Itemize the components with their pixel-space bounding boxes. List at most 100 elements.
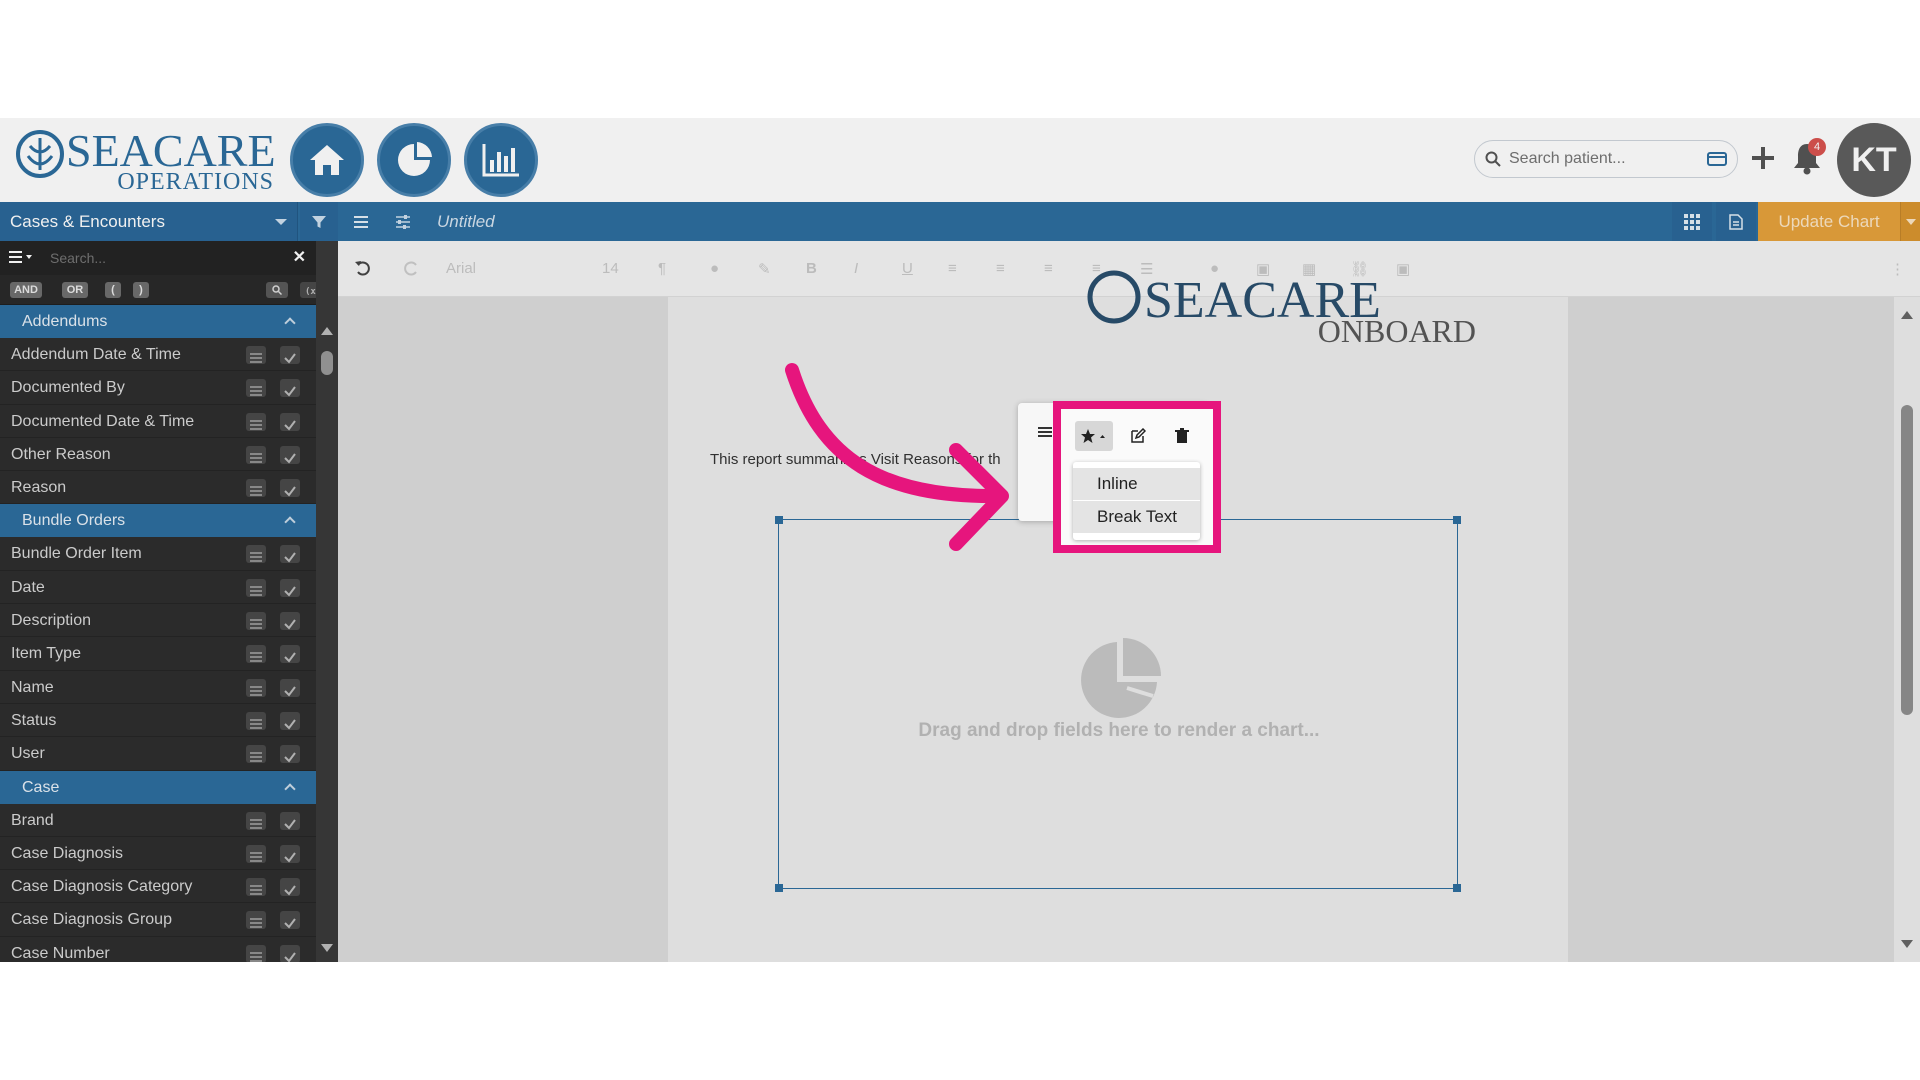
field-row[interactable]: Status	[0, 703, 316, 738]
field-row[interactable]: User	[0, 737, 316, 771]
field-check-icon[interactable]	[280, 878, 300, 897]
resize-handle-bottom-left[interactable]	[775, 884, 783, 892]
home-button[interactable]	[290, 123, 364, 197]
field-options-icon[interactable]	[246, 412, 266, 431]
text-color-icon[interactable]: ●	[710, 260, 728, 278]
undo-icon[interactable]	[354, 259, 372, 277]
field-check-icon[interactable]	[280, 379, 300, 398]
field-row[interactable]: Description	[0, 604, 316, 638]
align-left-icon[interactable]: ≡	[948, 260, 966, 278]
menu-icon[interactable]	[8, 249, 36, 265]
field-options-icon[interactable]	[246, 445, 266, 464]
field-row[interactable]: Case Number	[0, 936, 316, 962]
field-row[interactable]: Date	[0, 570, 316, 605]
field-check-icon[interactable]	[280, 479, 300, 498]
field-row[interactable]: Name	[0, 670, 316, 704]
field-check-icon[interactable]	[280, 578, 300, 597]
and-operator[interactable]: AND	[10, 282, 42, 298]
scroll-up-icon[interactable]	[1901, 311, 1913, 319]
align-center-icon[interactable]: ≡	[996, 260, 1014, 278]
user-avatar[interactable]: KT	[1837, 123, 1911, 197]
chevron-up-icon[interactable]	[284, 782, 296, 795]
field-options-icon[interactable]	[246, 545, 266, 564]
field-options-icon[interactable]	[246, 578, 266, 597]
field-row[interactable]: Case Diagnosis Group	[0, 903, 316, 937]
pie-chart-nav-button[interactable]	[377, 123, 451, 197]
add-icon[interactable]	[1749, 144, 1777, 172]
field-check-icon[interactable]	[280, 844, 300, 863]
section-header[interactable]: Case	[0, 770, 316, 804]
field-row[interactable]: Other Reason	[0, 437, 316, 472]
resize-handle-bottom-right[interactable]	[1453, 884, 1461, 892]
field-row[interactable]: Item Type	[0, 637, 316, 671]
field-check-icon[interactable]	[280, 678, 300, 697]
scroll-thumb[interactable]	[321, 351, 333, 375]
chevron-up-icon[interactable]	[284, 317, 296, 329]
filter-button[interactable]	[300, 202, 338, 241]
field-check-icon[interactable]	[280, 944, 300, 962]
or-operator[interactable]: OR	[62, 282, 88, 298]
field-row[interactable]: Documented By	[0, 371, 316, 405]
field-options-icon[interactable]	[246, 479, 266, 498]
search-operator-button[interactable]	[266, 282, 288, 298]
update-chart-dropdown[interactable]	[1900, 202, 1920, 241]
id-card-icon[interactable]	[1707, 151, 1727, 167]
field-search-input[interactable]	[50, 246, 300, 270]
close-icon[interactable]: ✕	[293, 247, 306, 267]
field-check-icon[interactable]	[280, 645, 300, 664]
bar-chart-nav-button[interactable]	[464, 123, 538, 197]
patient-search-input[interactable]	[1509, 147, 1699, 171]
field-options-icon[interactable]	[246, 645, 266, 664]
document-view-button[interactable]	[1716, 202, 1756, 241]
grid-view-button[interactable]	[1672, 202, 1712, 241]
field-row[interactable]: Addendum Date & Time	[0, 338, 316, 372]
underline-icon[interactable]: U	[902, 260, 920, 278]
list-view-button[interactable]	[342, 202, 380, 241]
redo-icon[interactable]	[402, 259, 420, 277]
field-options-icon[interactable]	[246, 379, 266, 398]
field-row[interactable]: Case Diagnosis Category	[0, 870, 316, 904]
italic-icon[interactable]: I	[854, 260, 872, 278]
field-check-icon[interactable]	[280, 911, 300, 930]
resize-handle-top-right[interactable]	[1453, 516, 1461, 524]
field-options-icon[interactable]	[246, 844, 266, 863]
field-options-icon[interactable]	[246, 811, 266, 830]
settings-sliders-button[interactable]	[384, 202, 422, 241]
more-options-icon[interactable]: ⋮	[1890, 260, 1908, 278]
field-row[interactable]: Case Diagnosis	[0, 836, 316, 871]
field-row[interactable]: Brand	[0, 803, 316, 837]
font-family-select[interactable]: Arial	[446, 260, 476, 277]
field-options-icon[interactable]	[246, 346, 266, 364]
field-row[interactable]: Bundle Order Item	[0, 537, 316, 571]
field-options-icon[interactable]	[246, 711, 266, 730]
section-header[interactable]: Addendums	[0, 305, 316, 338]
align-right-icon[interactable]: ≡	[1044, 260, 1062, 278]
dataset-select[interactable]: Cases & Encounters	[0, 202, 298, 241]
field-check-icon[interactable]	[280, 711, 300, 730]
field-row[interactable]: Reason	[0, 471, 316, 505]
scroll-thumb[interactable]	[1901, 405, 1913, 715]
paragraph-icon[interactable]: ¶	[658, 260, 676, 278]
menu-item-break-text[interactable]: Break Text	[1073, 501, 1200, 533]
field-check-icon[interactable]	[280, 612, 300, 631]
field-options-icon[interactable]	[246, 745, 266, 764]
section-header[interactable]: Bundle Orders	[0, 504, 316, 538]
document-title[interactable]: Untitled	[437, 202, 495, 241]
chevron-up-icon[interactable]	[284, 516, 296, 529]
patient-search[interactable]	[1474, 140, 1738, 178]
highlight-icon[interactable]: ✎	[758, 260, 776, 278]
field-check-icon[interactable]	[280, 412, 300, 431]
close-paren-operator[interactable]: )	[133, 282, 149, 298]
menu-item-inline[interactable]: Inline	[1073, 468, 1200, 500]
field-check-icon[interactable]	[280, 745, 300, 764]
bold-icon[interactable]: B	[806, 260, 824, 278]
field-options-icon[interactable]	[246, 878, 266, 897]
field-options-icon[interactable]	[246, 911, 266, 930]
font-size-select[interactable]: 14	[602, 260, 619, 277]
open-paren-operator[interactable]: (	[105, 282, 121, 298]
field-row[interactable]: Documented Date & Time	[0, 404, 316, 438]
scroll-down-icon[interactable]	[321, 944, 333, 952]
field-options-icon[interactable]	[246, 944, 266, 962]
sidebar-scrollbar[interactable]	[316, 241, 338, 962]
field-options-icon[interactable]	[246, 678, 266, 697]
